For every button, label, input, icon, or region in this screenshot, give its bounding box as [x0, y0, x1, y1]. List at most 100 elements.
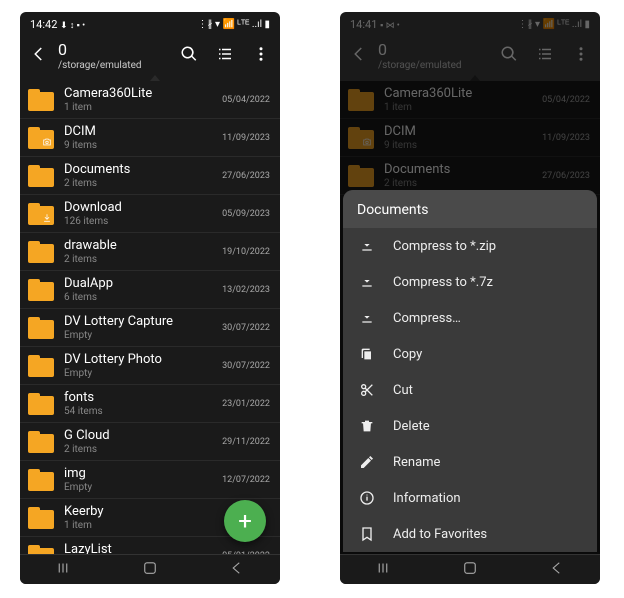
folder-icon [348, 127, 374, 149]
rename-icon [357, 454, 377, 470]
folder-row[interactable]: DualApp 6 items 13/02/2023 [20, 271, 280, 309]
folder-name: LazyList [64, 542, 218, 554]
status-left: 14:42 ⬇ ↕ ▪ • [30, 18, 85, 31]
phone-left: 14:42 ⬇ ↕ ▪ • ⋮∦ ▾ 📶 ᴸᵀᴱ ..ıl ▮ 0 /stora… [20, 12, 280, 584]
folder-name: DCIM [64, 124, 218, 139]
folder-row[interactable]: drawable 2 items 19/10/2022 [20, 233, 280, 271]
folder-row[interactable]: DCIM 9 items 11/09/2023 [340, 119, 600, 157]
sheet-action[interactable]: Copy [343, 336, 597, 372]
header-text[interactable]: 0 /storage/emulated [58, 40, 180, 71]
sheet-action[interactable]: Cut [343, 372, 597, 408]
folder-row[interactable]: DV Lottery Capture Empty 30/07/2022 [20, 309, 280, 347]
sheet-action[interactable]: Compress… [343, 300, 597, 336]
nav-recents-button[interactable] [54, 559, 72, 581]
delete-icon [357, 418, 377, 434]
folder-sub: 2 items [64, 178, 218, 189]
nav-back-button[interactable] [548, 559, 566, 581]
folder-icon [348, 165, 374, 187]
folder-name: Documents [384, 162, 538, 177]
folder-date: 27/06/2023 [222, 171, 270, 181]
folder-row[interactable]: fonts 54 items 23/01/2022 [20, 385, 280, 423]
folder-icon [28, 507, 54, 529]
folder-icon [28, 241, 54, 263]
folder-date: 30/07/2022 [222, 323, 270, 333]
back-button[interactable] [350, 44, 372, 68]
fab-add-button[interactable]: + [224, 500, 266, 542]
folder-sub: 1 item [384, 102, 538, 113]
overflow-menu-icon[interactable] [252, 45, 270, 67]
folder-row[interactable]: Camera360Lite 1 item 05/04/2022 [20, 81, 280, 119]
nav-back-button[interactable] [228, 559, 246, 581]
header-text[interactable]: 0 /storage/emulated [378, 40, 500, 71]
cut-icon [357, 382, 377, 398]
search-icon[interactable] [500, 45, 518, 67]
folder-list[interactable]: Camera360Lite 1 item 05/04/2022 DCIM 9 i… [20, 81, 280, 554]
folder-icon [28, 317, 54, 339]
folder-row[interactable]: Camera360Lite 1 item 05/04/2022 [340, 81, 600, 119]
folder-icon [28, 393, 54, 415]
sheet-action-label: Compress to *.7z [393, 275, 493, 290]
sheet-action-label: Compress to *.zip [393, 239, 496, 254]
nav-bar [20, 554, 280, 584]
folder-date: 13/02/2023 [222, 285, 270, 295]
folder-name: img [64, 466, 218, 481]
folder-icon [28, 279, 54, 301]
folder-date: 12/07/2022 [222, 475, 270, 485]
folder-name: drawable [64, 238, 218, 253]
view-list-icon[interactable] [216, 45, 234, 67]
back-button[interactable] [30, 44, 52, 68]
sheet-action[interactable]: Information [343, 480, 597, 516]
view-list-icon[interactable] [536, 45, 554, 67]
sheet-action[interactable]: Compress to *.7z [343, 264, 597, 300]
sheet-action[interactable]: Rename [343, 444, 597, 480]
status-left: 14:41 ▪ ⋈ • [350, 18, 400, 31]
folder-icon [28, 203, 54, 225]
folder-sub: 126 items [64, 216, 218, 227]
info-icon [357, 490, 377, 506]
sheet-action[interactable]: Compress to *.zip [343, 228, 597, 264]
folder-row[interactable]: DV Lottery Photo Empty 30/07/2022 [20, 347, 280, 385]
folder-date: 05/04/2022 [222, 95, 270, 105]
download-icon [357, 238, 377, 254]
folder-icon [28, 431, 54, 453]
search-icon[interactable] [180, 45, 198, 67]
folder-date: 29/11/2022 [222, 437, 270, 447]
folder-sub: 9 items [384, 140, 538, 151]
folder-icon [28, 89, 54, 111]
favorite-icon [357, 526, 377, 542]
folder-name: Download [64, 200, 218, 215]
folder-date: 11/09/2023 [542, 133, 590, 143]
folder-date: 05/09/2023 [222, 209, 270, 219]
folder-sub: 2 items [384, 178, 538, 189]
header-path: /storage/emulated [378, 60, 500, 71]
sheet-title: Documents [343, 190, 597, 228]
folder-row[interactable]: img Empty 12/07/2022 [20, 461, 280, 499]
header-path: /storage/emulated [58, 60, 180, 71]
folder-row[interactable]: Download 126 items 05/09/2023 [20, 195, 280, 233]
folder-icon [28, 469, 54, 491]
sheet-action-label: Cut [393, 383, 413, 398]
folder-row[interactable]: G Cloud 2 items 29/11/2022 [20, 423, 280, 461]
nav-bar [340, 554, 600, 584]
folder-sub: 9 items [64, 140, 218, 151]
nav-home-button[interactable] [141, 559, 159, 581]
folder-date: 11/09/2023 [222, 133, 270, 143]
nav-home-button[interactable] [461, 559, 479, 581]
sheet-action[interactable]: Delete [343, 408, 597, 444]
status-right: ⋮∦ ▾ 📶 ᴸᵀᴱ ..ıl ▮ [518, 19, 591, 30]
folder-row[interactable]: DCIM 9 items 11/09/2023 [20, 119, 280, 157]
path-indicator-icon [150, 75, 160, 81]
sheet-action[interactable]: Add to Favorites [343, 516, 597, 552]
folder-row[interactable]: Documents 2 items 27/06/2023 [20, 157, 280, 195]
folder-name: DCIM [384, 124, 538, 139]
folder-sub: Empty [64, 482, 218, 493]
status-bar: 14:41 ▪ ⋈ • ⋮∦ ▾ 📶 ᴸᵀᴱ ..ıl ▮ [340, 12, 600, 34]
sheet-action-label: Add to Favorites [393, 527, 487, 542]
folder-icon [28, 127, 54, 149]
sheet-action-label: Rename [393, 455, 440, 470]
sheet-action-label: Compress… [393, 311, 461, 326]
overflow-menu-icon[interactable] [572, 45, 590, 67]
sheet-action-label: Information [393, 491, 461, 506]
nav-recents-button[interactable] [374, 559, 392, 581]
folder-sub: Empty [64, 368, 218, 379]
